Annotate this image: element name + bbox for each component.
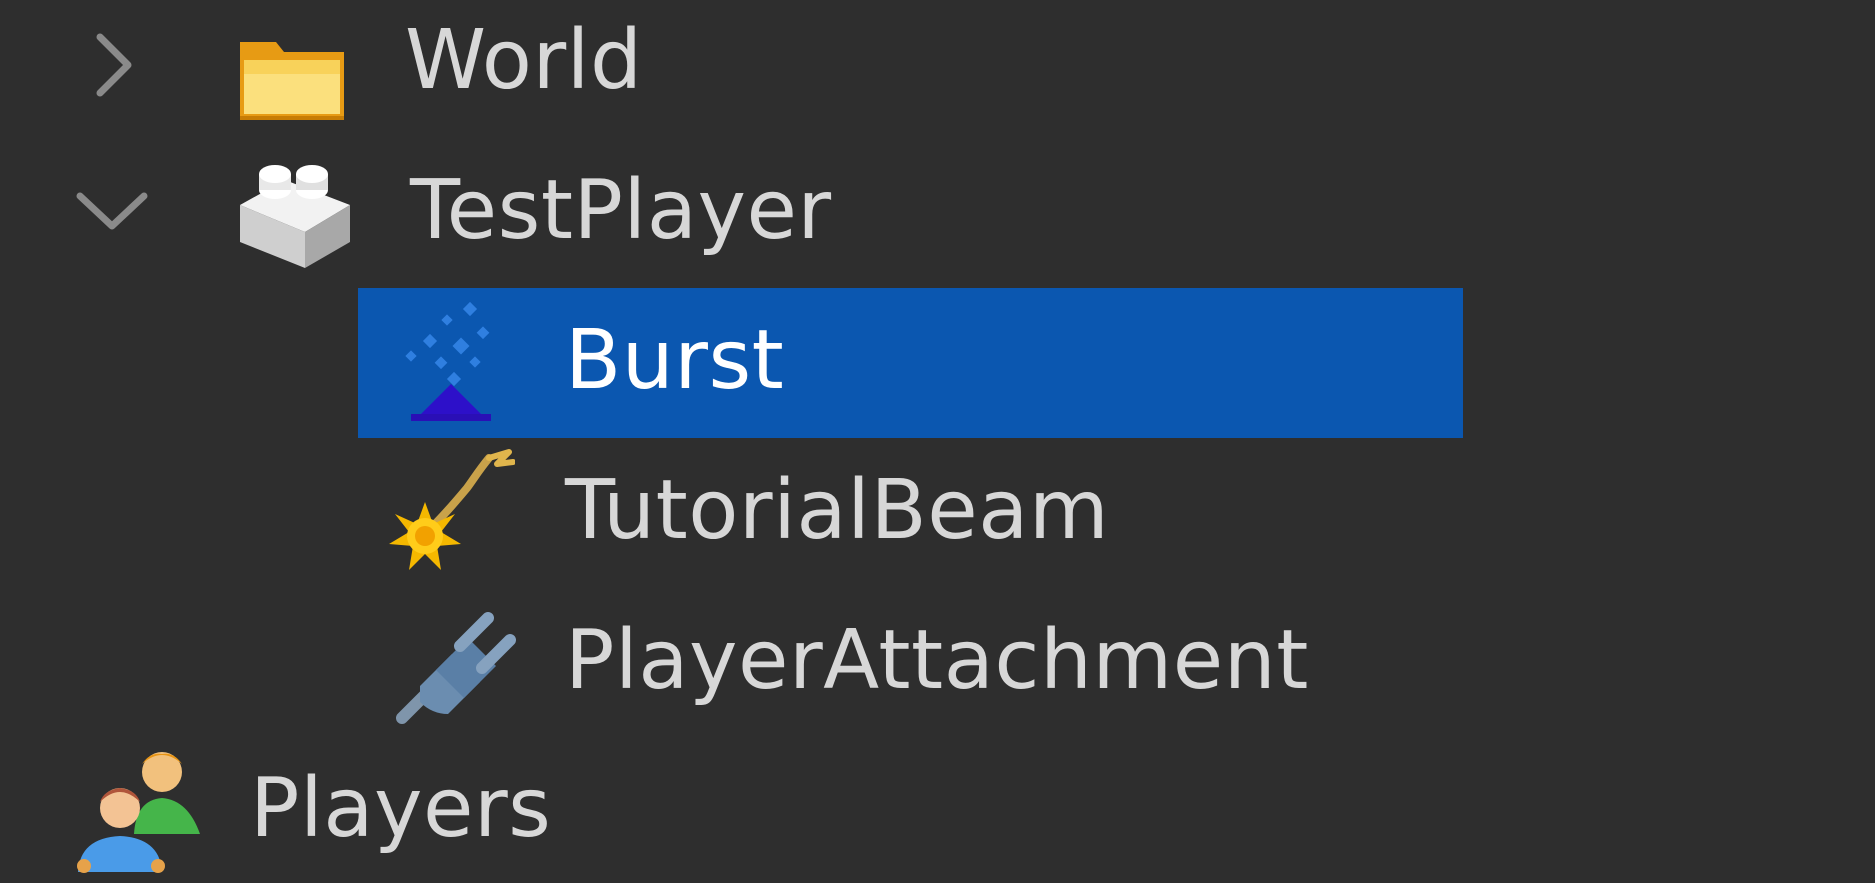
folder-icon bbox=[240, 42, 344, 120]
tree-item-burst[interactable]: Burst bbox=[0, 288, 1875, 438]
tree-item-label: TutorialBeam bbox=[565, 463, 1110, 558]
tree-item-world[interactable]: World bbox=[0, 0, 1875, 150]
tree-item-tutorialbeam[interactable]: TutorialBeam bbox=[0, 438, 1875, 588]
chevron-right-icon[interactable] bbox=[70, 25, 150, 105]
players-icon bbox=[77, 752, 200, 873]
explorer-tree: World TestPlayer Burst TutorialBeam Play… bbox=[0, 0, 1875, 883]
tree-item-label: World bbox=[405, 13, 643, 108]
chevron-down-icon[interactable] bbox=[72, 170, 152, 250]
tree-item-testplayer[interactable]: TestPlayer bbox=[0, 140, 1875, 290]
beam-icon bbox=[389, 449, 515, 570]
attachment-plug-icon bbox=[396, 612, 516, 724]
tree-item-label: Burst bbox=[565, 313, 785, 408]
tree-item-label: TestPlayer bbox=[410, 163, 832, 258]
tree-item-players[interactable]: Players bbox=[0, 738, 1875, 883]
particle-emitter-icon bbox=[405, 301, 491, 421]
tree-item-label: PlayerAttachment bbox=[565, 613, 1309, 708]
tree-item-playerattachment[interactable]: PlayerAttachment bbox=[0, 588, 1875, 738]
tree-item-label: Players bbox=[250, 761, 552, 856]
model-icon bbox=[240, 165, 350, 268]
